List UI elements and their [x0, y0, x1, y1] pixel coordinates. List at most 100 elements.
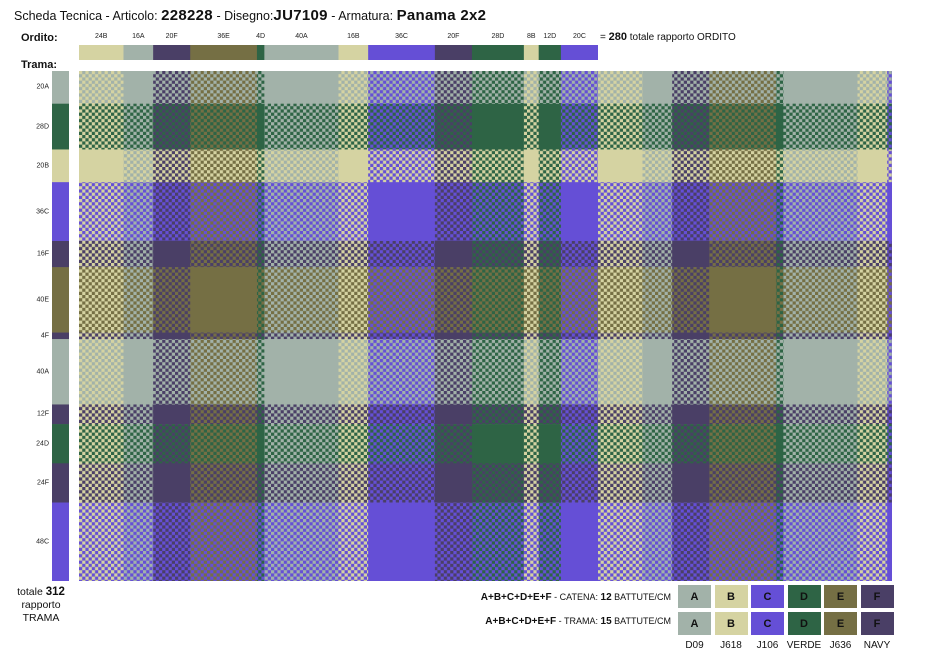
block-2-9	[471, 149, 525, 183]
block-5-12	[560, 267, 599, 333]
weft-code-11: 48C	[36, 538, 49, 546]
block-9-8	[434, 424, 473, 464]
block-0-14	[642, 71, 673, 104]
block-11-8	[434, 502, 473, 581]
block-7-19	[857, 339, 888, 405]
block-1-12	[560, 103, 599, 150]
block-3-20	[887, 182, 892, 242]
block-5-15	[672, 267, 710, 333]
block-1-1	[123, 103, 154, 150]
weft-code-9: 24D	[36, 440, 49, 448]
block-10-17	[775, 463, 784, 503]
block-6-12	[560, 332, 599, 340]
block-9-4	[256, 424, 265, 464]
block-0-1	[123, 71, 154, 104]
weft-code-0: 20A	[36, 83, 49, 91]
trama-spec-label: - TRAMA:	[558, 616, 598, 626]
block-10-12	[560, 463, 599, 503]
swatch-catena-E: E	[824, 585, 857, 608]
block-1-13	[598, 103, 643, 150]
armatura-value: Panama 2x2	[396, 7, 487, 24]
weft-total: 312	[45, 586, 65, 598]
warp-band-9	[471, 45, 525, 60]
yarn-name-C: J106	[756, 640, 779, 651]
block-4-19	[857, 241, 888, 268]
block-1-7	[368, 103, 436, 150]
block-10-11	[538, 463, 562, 503]
block-6-11	[538, 332, 562, 340]
block-5-18	[783, 267, 858, 333]
block-11-13	[598, 502, 643, 581]
block-1-17	[775, 103, 784, 150]
weft-code-7: 40A	[36, 368, 49, 376]
block-11-14	[642, 502, 673, 581]
block-11-16	[709, 502, 777, 581]
block-2-20	[887, 149, 892, 183]
block-0-18	[783, 71, 858, 104]
weft-color-strip	[52, 71, 69, 581]
block-10-7	[368, 463, 436, 503]
warp-color-strip	[79, 45, 598, 60]
block-6-16	[709, 332, 777, 340]
block-5-16	[709, 267, 777, 333]
block-4-5	[264, 241, 339, 268]
block-0-10	[523, 71, 539, 104]
block-1-16	[709, 103, 777, 150]
warp-code-row: 24B 16A 20F 36E 4D 40A 16B 36C 20F 28D 8B 12D 20C	[79, 33, 598, 43]
block-6-5	[264, 332, 339, 340]
block-2-2	[153, 149, 191, 183]
block-4-17	[775, 241, 784, 268]
block-1-4	[256, 103, 265, 150]
swatch-trama-F: F	[860, 612, 894, 635]
block-2-5	[264, 149, 339, 183]
block-9-7	[368, 424, 436, 464]
block-10-13	[598, 463, 643, 503]
block-6-15	[672, 332, 710, 340]
block-10-15	[672, 463, 710, 503]
block-7-8	[434, 339, 473, 405]
block-9-18	[783, 424, 858, 464]
block-6-9	[471, 332, 525, 340]
swatch-trama-B: B	[714, 612, 748, 635]
block-0-3	[190, 71, 258, 104]
block-5-17	[775, 267, 784, 333]
block-0-0	[79, 71, 124, 104]
block-9-16	[709, 424, 777, 464]
block-1-18	[783, 103, 858, 150]
block-8-16	[709, 404, 777, 425]
block-10-2	[153, 463, 191, 503]
block-5-14	[642, 267, 673, 333]
block-3-15	[672, 182, 710, 242]
block-3-0	[79, 182, 124, 242]
block-11-11	[538, 502, 562, 581]
block-7-11	[538, 339, 562, 405]
trama-label: Trama:	[21, 59, 58, 71]
block-7-7	[368, 339, 436, 405]
block-3-7	[368, 182, 436, 242]
block-2-18	[783, 149, 858, 183]
warp-band-7	[368, 45, 436, 60]
block-4-6	[338, 241, 369, 268]
block-3-4	[256, 182, 265, 242]
block-11-20	[887, 502, 892, 581]
block-9-1	[123, 424, 154, 464]
block-5-11	[538, 267, 562, 333]
block-4-0	[79, 241, 124, 268]
warp-code-11: 12D	[543, 33, 557, 40]
trama-spec-value: 15	[600, 616, 612, 627]
block-10-19	[857, 463, 888, 503]
block-8-17	[775, 404, 784, 425]
page-title: Scheda Tecnica - Articolo: 228228 - Dise…	[14, 7, 486, 24]
warp-band-6	[338, 45, 369, 60]
weft-code-column: 20A 28D 20B 36C 16F 40E 4F 40A 12F 24D 24F 48C	[24, 71, 52, 581]
block-8-9	[471, 404, 525, 425]
swatch-catena-C: C	[751, 585, 784, 608]
warp-band-11	[538, 45, 562, 60]
block-6-1	[123, 332, 154, 340]
warp-code-10: 8B	[526, 33, 536, 40]
block-2-17	[775, 149, 784, 183]
block-5-1	[123, 267, 154, 333]
catena-value: 12	[600, 592, 612, 603]
block-3-3	[190, 182, 258, 242]
block-11-4	[256, 502, 265, 581]
